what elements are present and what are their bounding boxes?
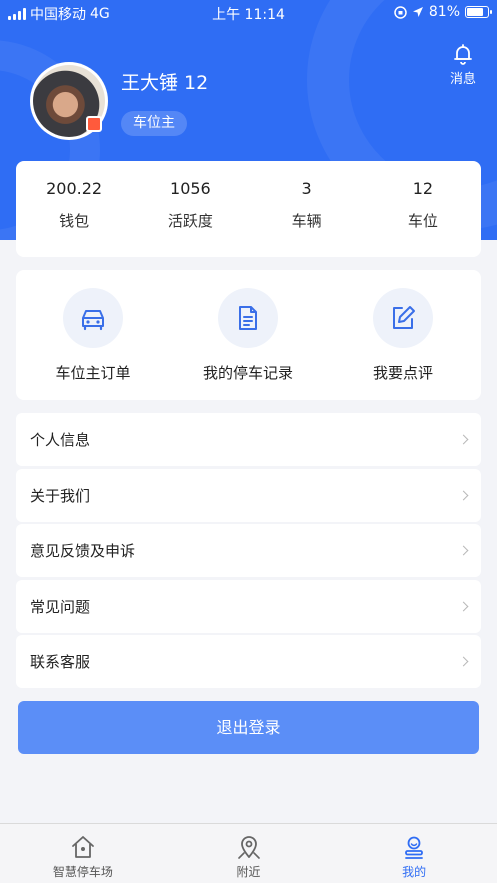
chevron-right-icon [458,601,469,611]
car-icon [63,288,123,348]
stat-label: 钱包 [59,212,90,230]
chevron-right-icon [458,434,469,445]
message-button[interactable]: 消息 [445,42,481,87]
menu-item-faq[interactable]: 常见问题 [16,579,481,633]
owner-orders-button[interactable]: 车位主订单 [18,288,168,383]
location-pin-icon [237,836,260,859]
bottom-tab-bar: 智慧停车场 附近 我的 [0,823,497,883]
menu-item-label: 关于我们 [30,486,91,505]
tab-mine[interactable]: 我的 [331,824,497,883]
home-icon [71,836,94,858]
tab-label: 附近 [236,865,261,879]
battery-icon [465,6,492,18]
settings-menu: 个人信息 关于我们 意见反馈及申诉 常见问题 联系客服 [16,413,481,691]
avatar[interactable] [30,62,108,140]
stat-label: 车辆 [291,212,322,230]
menu-item-feedback[interactable]: 意见反馈及申诉 [16,524,481,577]
menu-item-label: 联系客服 [30,653,91,671]
logout-button[interactable]: 退出登录 [18,701,479,754]
stat-parking-spaces[interactable]: 12 车位 [365,161,481,257]
parking-records-button[interactable]: 我的停车记录 [173,288,323,383]
role-tag: 车位主 [121,111,187,136]
tab-label: 我的 [402,865,427,879]
menu-item-label: 意见反馈及申诉 [30,542,136,560]
battery-percent: 81% [428,4,460,20]
document-icon [218,288,278,348]
status-bar: 中国移动 4G 上午 11:14 81% [0,0,497,24]
bell-icon [454,44,472,65]
stat-value: 12 [412,179,434,198]
menu-item-label: 常见问题 [30,597,91,616]
menu-item-about-us[interactable]: 关于我们 [16,468,481,522]
chevron-right-icon [458,545,469,556]
battery-level [467,8,484,16]
action-label: 车位主订单 [55,364,131,382]
tab-nearby[interactable]: 附近 [166,824,332,883]
profile-icon [405,836,424,859]
menu-item-label: 个人信息 [30,431,91,449]
stat-value: 1056 [170,179,211,198]
stat-label: 活跃度 [167,212,213,230]
action-label: 我要点评 [372,364,433,382]
menu-item-customer-service[interactable]: 联系客服 [16,635,481,688]
chevron-right-icon [458,490,469,500]
stat-wallet[interactable]: 200.22 钱包 [16,161,132,257]
quick-actions-card: 车位主订单 我的停车记录 我要点评 [16,270,481,400]
stats-card: 200.22 钱包 1056 活跃度 3 车辆 12 车位 [16,161,481,257]
stat-vehicles[interactable]: 3 车辆 [249,161,365,257]
user-name: 王大锤 12 [121,72,209,94]
stat-value: 200.22 [46,179,103,198]
edit-icon [373,288,433,348]
stat-value: 3 [301,179,312,198]
avatar-badge [86,116,102,132]
message-label: 消息 [449,72,476,87]
menu-item-personal-info[interactable]: 个人信息 [16,413,481,466]
location-arrow-icon [412,7,423,17]
stat-label: 车位 [407,212,438,230]
tab-smart-parking[interactable]: 智慧停车场 [0,824,166,883]
action-label: 我的停车记录 [202,364,293,382]
write-review-button[interactable]: 我要点评 [328,288,478,383]
tab-label: 智慧停车场 [52,865,113,879]
stat-activity[interactable]: 1056 活跃度 [132,161,248,257]
status-bar-right: 81% [394,4,492,20]
rotation-lock-icon [394,5,407,19]
chevron-right-icon [458,656,469,667]
